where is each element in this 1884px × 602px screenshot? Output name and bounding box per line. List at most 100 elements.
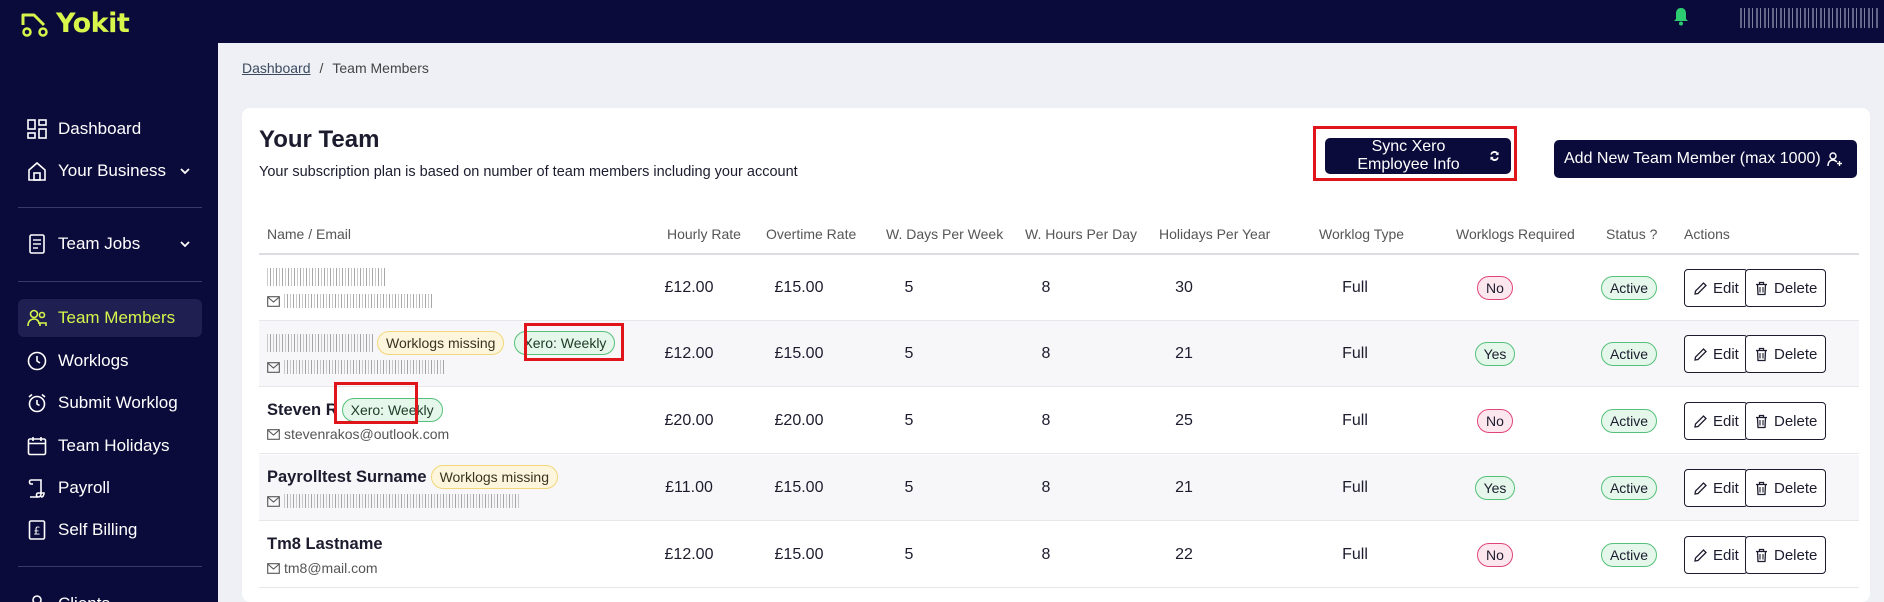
- hours-per-day: 8: [1041, 546, 1051, 563]
- worklogs-required-badge: No: [1477, 409, 1513, 433]
- member-name: Payrolltest Surname: [267, 467, 427, 486]
- sync-icon: [1490, 151, 1499, 161]
- worklog-type: Full: [1342, 546, 1368, 563]
- sidebar-divider: [18, 566, 202, 567]
- bell-icon[interactable]: [1672, 6, 1690, 26]
- logo[interactable]: Yokit: [20, 8, 130, 39]
- sidebar-item-label: Team Holidays: [58, 436, 170, 455]
- column-header-overtime-rate: Overtime Rate: [766, 226, 857, 242]
- worklog-type: Full: [1342, 479, 1368, 496]
- sidebar-item-team-holidays[interactable]: Team Holidays: [18, 427, 202, 465]
- sidebar-item-team-members[interactable]: Team Members: [18, 299, 202, 337]
- edit-label: Edit: [1713, 412, 1739, 430]
- status-badge: Active: [1600, 476, 1658, 500]
- trash-icon: [1756, 481, 1767, 495]
- sidebar-divider: [18, 281, 202, 282]
- pound-icon: £: [28, 520, 46, 540]
- team-icon: [27, 309, 47, 327]
- edit-button[interactable]: Edit: [1684, 402, 1748, 440]
- pencil-icon: [1694, 281, 1707, 295]
- worklogs-required-badge: Yes: [1474, 476, 1516, 500]
- sidebar-item-team-jobs[interactable]: Team Jobs: [18, 225, 202, 263]
- edit-button[interactable]: Edit: [1684, 335, 1748, 373]
- trash-icon: [1756, 548, 1767, 562]
- sidebar-item-self-billing[interactable]: £ Self Billing: [18, 511, 202, 549]
- sidebar-item-label: Team Members: [58, 308, 176, 327]
- email-redacted: [284, 494, 520, 508]
- pencil-icon: [1694, 414, 1707, 428]
- edit-button[interactable]: Edit: [1684, 536, 1748, 574]
- sidebar-item-label: Clients: [58, 594, 110, 602]
- sidebar-item-submit-worklog[interactable]: Submit Worklog: [18, 384, 202, 422]
- mail-icon: [267, 562, 280, 574]
- svg-text:£: £: [34, 525, 41, 538]
- trash-icon: [1756, 281, 1767, 295]
- delete-button[interactable]: Delete: [1745, 402, 1827, 440]
- pencil-icon: [1694, 548, 1707, 562]
- sidebar-item-your-business[interactable]: Your Business: [18, 152, 202, 190]
- email-redacted: [284, 360, 444, 374]
- sidebar-item-clients[interactable]: Clients: [18, 585, 202, 602]
- sidebar-divider: [18, 207, 202, 208]
- delete-label: Delete: [1774, 412, 1818, 430]
- column-header-hours-per-day: W. Hours Per Day: [1025, 226, 1138, 242]
- mail-icon: [267, 495, 280, 507]
- trash-icon: [1756, 414, 1767, 428]
- days-per-week: 5: [904, 479, 914, 496]
- column-header-name: Name / Email: [267, 226, 352, 242]
- delete-button[interactable]: Delete: [1745, 536, 1827, 574]
- name-redacted: [267, 334, 373, 352]
- add-team-member-label: Add New Team Member (max 1000): [1564, 150, 1821, 167]
- worklogs-missing-badge: Worklogs missing: [377, 331, 505, 355]
- email-redacted: [284, 294, 434, 308]
- clients-icon: [32, 595, 42, 602]
- edit-label: Edit: [1713, 345, 1739, 363]
- delete-button[interactable]: Delete: [1745, 335, 1827, 373]
- hourly-rate: £12.00: [664, 546, 714, 563]
- column-header-status: Status ?: [1606, 226, 1658, 242]
- breadcrumb-home-link[interactable]: Dashboard: [242, 60, 311, 76]
- breadcrumb: Dashboard / Team Members: [242, 60, 429, 76]
- days-per-week: 5: [904, 345, 914, 362]
- holidays-per-year: 22: [1175, 546, 1193, 563]
- status-badge: Active: [1600, 276, 1658, 300]
- page-title: Your Team: [259, 126, 380, 153]
- overtime-rate: £15.00: [774, 546, 824, 563]
- edit-button[interactable]: Edit: [1684, 469, 1748, 507]
- sidebar-item-label: Submit Worklog: [58, 393, 178, 412]
- name-cell: Tm8 Lastname tm8@mail.com: [267, 530, 383, 578]
- edit-button[interactable]: Edit: [1684, 269, 1748, 307]
- worklogs-required-badge: No: [1477, 276, 1513, 300]
- sidebar-item-label: Your Business: [58, 161, 167, 180]
- column-header-days-per-week: W. Days Per Week: [886, 226, 1004, 242]
- overtime-rate: £15.00: [774, 479, 824, 496]
- table-row: Payrolltest Surname Worklogs missing £11…: [259, 455, 1859, 521]
- hourly-rate: £12.00: [664, 345, 714, 362]
- jobs-icon: [29, 234, 45, 254]
- table-row: Steven R Xero: Weekly stevenrakos@outloo…: [259, 382, 1859, 454]
- delete-button[interactable]: Delete: [1745, 269, 1827, 307]
- days-per-week: 5: [904, 279, 914, 296]
- top-bar: Yokit: [0, 0, 1884, 43]
- payroll-icon: [28, 479, 45, 498]
- chevron-down-icon: [180, 241, 190, 248]
- table-row: £12.00 £15.00 5 8 30 Full No Active Edit…: [259, 255, 1859, 321]
- hours-per-day: 8: [1041, 345, 1051, 362]
- table-row: Worklogs missing Xero: Weekly £12.00 £15…: [259, 321, 1859, 387]
- sidebar-item-worklogs[interactable]: Worklogs: [18, 342, 202, 380]
- sync-xero-button[interactable]: Sync Xero Employee Info: [1325, 138, 1511, 174]
- user-menu[interactable]: [1740, 8, 1880, 28]
- xero-weekly-badge: Xero: Weekly: [341, 398, 443, 422]
- worklog-type: Full: [1342, 412, 1368, 429]
- edit-label: Edit: [1713, 479, 1739, 497]
- member-email: tm8@mail.com: [284, 560, 378, 576]
- table-row: Tm8 Lastname tm8@mail.com £12.00 £15.00 …: [259, 522, 1859, 588]
- add-team-member-button[interactable]: Add New Team Member (max 1000): [1554, 140, 1857, 178]
- calendar-icon: [27, 437, 47, 456]
- hours-per-day: 8: [1041, 412, 1051, 429]
- sidebar-item-payroll[interactable]: Payroll: [18, 469, 202, 507]
- sidebar-item-dashboard[interactable]: Dashboard: [18, 110, 202, 148]
- delete-button[interactable]: Delete: [1745, 469, 1827, 507]
- holidays-per-year: 21: [1175, 345, 1193, 362]
- delete-label: Delete: [1774, 279, 1818, 297]
